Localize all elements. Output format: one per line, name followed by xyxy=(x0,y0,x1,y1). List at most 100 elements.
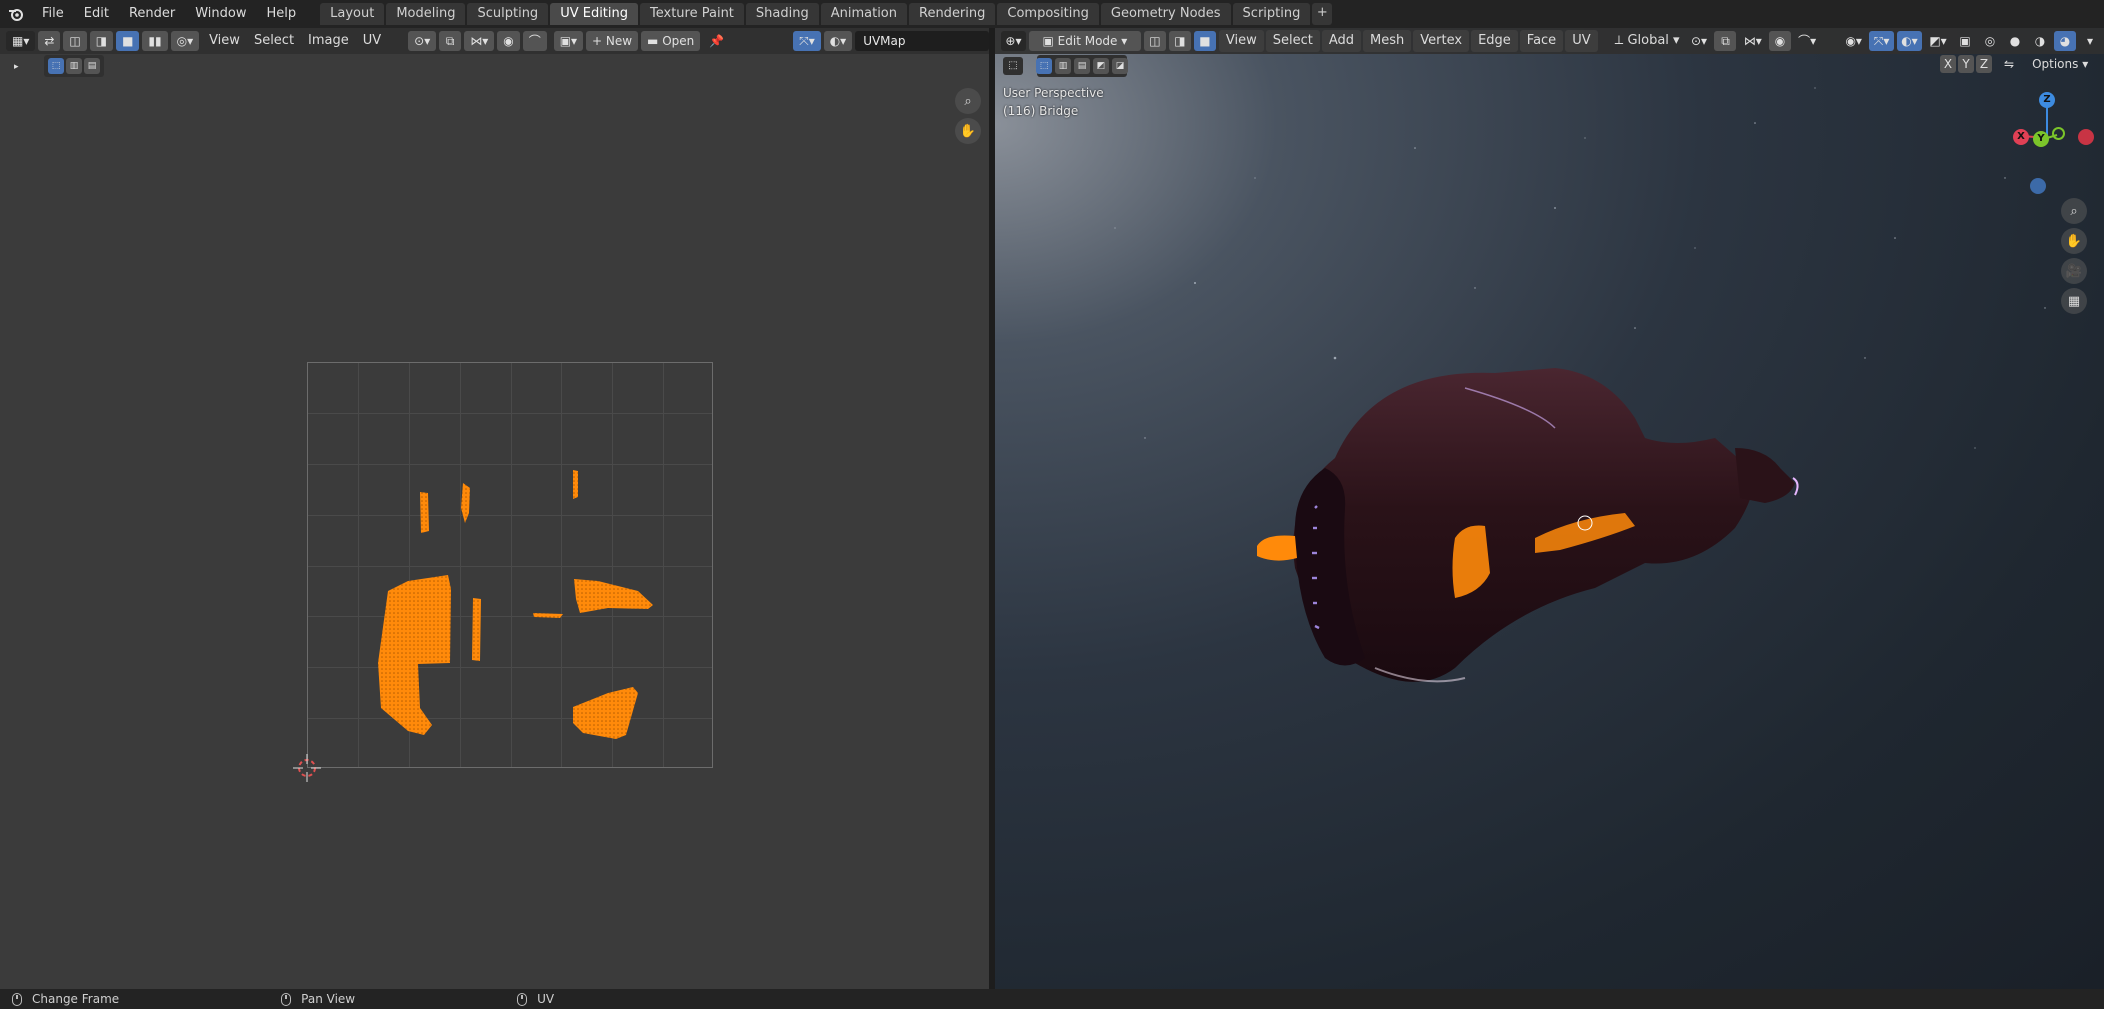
tab-texture-paint[interactable]: Texture Paint xyxy=(640,3,744,25)
edge-select-icon[interactable]: ◨ xyxy=(89,31,114,51)
uv-menu-uv[interactable]: UV xyxy=(356,30,388,52)
image-browse-icon[interactable]: ▣▾ xyxy=(553,31,584,51)
tab-animation[interactable]: Animation xyxy=(820,3,907,25)
tab-compositing[interactable]: Compositing xyxy=(997,3,1099,25)
vp-menu-add[interactable]: Add xyxy=(1321,30,1362,52)
mirror-icon[interactable]: ⇋ xyxy=(1998,55,2020,73)
axis-lock-z[interactable]: Z xyxy=(1976,55,1992,73)
blender-logo-icon[interactable] xyxy=(0,0,32,28)
tab-geometry-nodes[interactable]: Geometry Nodes xyxy=(1100,3,1231,25)
pan-hand-icon[interactable]: ✋ xyxy=(955,118,981,144)
spaceship-mesh[interactable] xyxy=(995,28,2104,989)
vp-menu-vertex[interactable]: Vertex xyxy=(1413,30,1470,52)
pan-hand-icon[interactable]: ✋ xyxy=(2061,228,2087,254)
gizmo-neg-z[interactable] xyxy=(2030,178,2046,194)
proportional-edit-icon[interactable]: ◉ xyxy=(1768,31,1791,51)
zoom-icon[interactable]: ⌕ xyxy=(955,88,981,114)
menu-file[interactable]: File xyxy=(32,0,74,28)
gizmo-y[interactable]: Y xyxy=(2033,131,2049,147)
gizmo-z[interactable]: Z xyxy=(2039,92,2055,108)
mesh-overlay-icon[interactable]: ◩▾ xyxy=(1925,31,1951,51)
gizmo-neg-x[interactable] xyxy=(2078,129,2094,145)
rendered-shading-icon[interactable]: ◕ xyxy=(2054,31,2076,51)
axis-lock-y[interactable]: Y xyxy=(1958,55,1974,73)
overlay-toggle-icon[interactable]: ◐▾ xyxy=(1896,31,1923,51)
sticky-select-icon[interactable]: ◎▾ xyxy=(170,31,200,51)
editor-type-icon[interactable]: ▦▾ xyxy=(6,31,36,51)
face-select-icon[interactable]: ■ xyxy=(116,31,140,51)
navigation-gizmo[interactable]: Z X Y xyxy=(2005,86,2095,196)
tab-modeling[interactable]: Modeling xyxy=(386,3,466,25)
vp-menu-view[interactable]: View xyxy=(1218,30,1264,52)
zoom-icon[interactable]: ⌕ xyxy=(2061,198,2087,224)
open-image-button[interactable]: ▬ Open xyxy=(641,31,701,51)
falloff-icon[interactable]: ⌒▾ xyxy=(1794,31,1820,51)
vp-menu-uv[interactable]: UV xyxy=(1565,30,1598,52)
axis-lock-x[interactable]: X xyxy=(1940,55,1956,73)
tab-rendering[interactable]: Rendering xyxy=(909,3,996,25)
new-image-button[interactable]: + New xyxy=(586,31,639,51)
menu-render[interactable]: Render xyxy=(119,0,185,28)
sync-selection-icon[interactable]: ⇄ xyxy=(38,31,61,51)
uv-menu-image[interactable]: Image xyxy=(301,30,356,52)
material-shading-icon[interactable]: ◑ xyxy=(2029,31,2051,51)
select-tool-icon[interactable]: ⬚ xyxy=(1003,57,1023,75)
editor-type-icon[interactable]: ⊕▾ xyxy=(1001,31,1026,51)
select-box-icon[interactable]: ⬚ xyxy=(48,58,64,74)
3d-viewport[interactable]: ⊕▾ ▣ Edit Mode ▾ ◫ ◨ ■ View Select Add M… xyxy=(995,28,2104,989)
add-workspace-button[interactable]: + xyxy=(1312,3,1333,25)
proportional-edit-icon[interactable]: ◉ xyxy=(497,31,520,51)
gizmo-neg-y[interactable] xyxy=(2052,127,2065,140)
snap-target-icon[interactable]: ⋈▾ xyxy=(1739,31,1765,51)
vertex-mode-icon[interactable]: ◫ xyxy=(1143,31,1166,51)
select-invert-icon[interactable]: ◩ xyxy=(1093,58,1109,74)
snap-icon[interactable]: ⧉ xyxy=(1714,31,1737,51)
pin-icon[interactable]: 📌 xyxy=(703,31,730,51)
uv-editor[interactable]: ▦▾ ⇄ ◫ ◨ ■ ▮▮ ◎▾ View Select Image UV ⊙▾… xyxy=(0,28,992,989)
shading-options-icon[interactable]: ▾ xyxy=(2079,31,2101,51)
select-extend-icon[interactable]: ▥ xyxy=(1055,58,1071,74)
vp-menu-face[interactable]: Face xyxy=(1519,30,1564,52)
gizmo-toggle-icon[interactable]: ⤧▾ xyxy=(793,31,821,51)
vp-menu-edge[interactable]: Edge xyxy=(1471,30,1518,52)
gizmo-x[interactable]: X xyxy=(2013,129,2029,145)
tab-uv-editing[interactable]: UV Editing xyxy=(550,3,639,25)
transform-orientation-dropdown[interactable]: ⟂ Global ▾ xyxy=(1608,30,1687,52)
overlay-toggle-icon[interactable]: ◐▾ xyxy=(823,31,853,51)
uv-menu-view[interactable]: View xyxy=(202,30,247,52)
vp-menu-mesh[interactable]: Mesh xyxy=(1363,30,1412,52)
vp-menu-select[interactable]: Select xyxy=(1265,30,1320,52)
menu-edit[interactable]: Edit xyxy=(74,0,119,28)
camera-view-icon[interactable]: 🎥 xyxy=(2061,258,2087,284)
vertex-select-icon[interactable]: ◫ xyxy=(63,31,87,51)
falloff-icon[interactable]: ⌒ xyxy=(522,31,547,51)
menu-help[interactable]: Help xyxy=(257,0,307,28)
island-select-icon[interactable]: ▮▮ xyxy=(142,31,168,51)
select-new-icon[interactable]: ⬚ xyxy=(1036,58,1052,74)
edge-mode-icon[interactable]: ◨ xyxy=(1168,31,1191,51)
uv-islands[interactable] xyxy=(308,363,714,769)
wireframe-shading-icon[interactable]: ◎ xyxy=(1979,31,2001,51)
solid-shading-icon[interactable]: ● xyxy=(2004,31,2026,51)
pivot-point-icon[interactable]: ⊙▾ xyxy=(1687,31,1712,51)
tab-layout[interactable]: Layout xyxy=(320,3,385,25)
uv-grid[interactable] xyxy=(307,362,713,768)
tab-shading[interactable]: Shading xyxy=(745,3,819,25)
menu-window[interactable]: Window xyxy=(185,0,256,28)
xray-toggle-icon[interactable]: ▣ xyxy=(1954,31,1976,51)
visibility-icon[interactable]: ◉▾ xyxy=(1841,31,1866,51)
select-subtract-icon[interactable]: ▤ xyxy=(1074,58,1090,74)
snap-target-icon[interactable]: ⋈▾ xyxy=(464,31,495,51)
snap-icon[interactable]: ⧉ xyxy=(439,31,462,51)
select-extend-icon[interactable]: ▥ xyxy=(66,58,82,74)
options-dropdown[interactable]: Options ▾ xyxy=(2025,55,2095,73)
pivot-icon[interactable]: ⊙▾ xyxy=(408,31,437,51)
uvmap-field[interactable]: UVMap xyxy=(855,31,989,51)
ortho-grid-icon[interactable]: ▦ xyxy=(2061,288,2087,314)
toolbar-expand-icon[interactable]: ▸ xyxy=(8,59,25,75)
tab-scripting[interactable]: Scripting xyxy=(1232,3,1311,25)
face-mode-icon[interactable]: ■ xyxy=(1193,31,1216,51)
tab-sculpting[interactable]: Sculpting xyxy=(467,3,549,25)
select-subtract-icon[interactable]: ▤ xyxy=(84,58,100,74)
select-intersect-icon[interactable]: ◪ xyxy=(1112,58,1128,74)
